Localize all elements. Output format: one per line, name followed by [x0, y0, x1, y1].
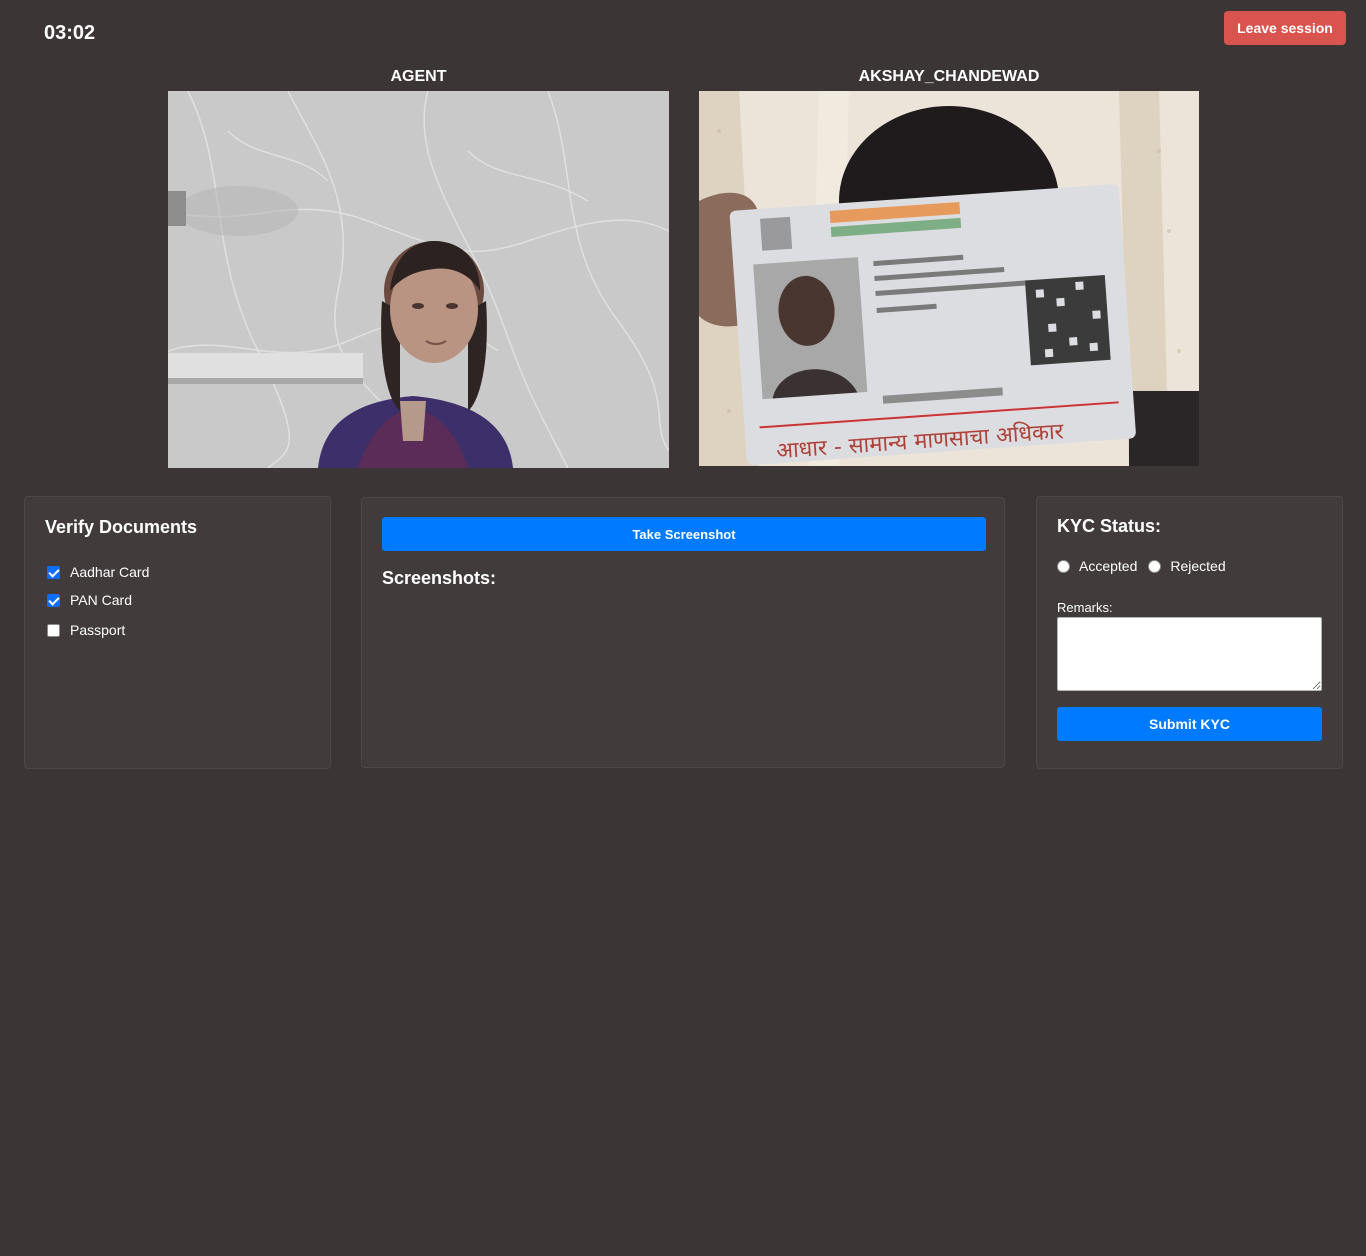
doc-label: PAN Card: [70, 592, 132, 608]
doc-checkbox-pan[interactable]: PAN Card: [47, 592, 132, 608]
checkbox-checked-icon[interactable]: [47, 593, 60, 607]
radio-rejected-label[interactable]: Rejected: [1170, 558, 1225, 574]
doc-checkbox-aadhar[interactable]: Aadhar Card: [47, 564, 149, 580]
leave-session-button[interactable]: Leave session: [1224, 11, 1346, 45]
checkbox-checked-icon[interactable]: [47, 565, 60, 579]
screenshots-panel: Take Screenshot Screenshots:: [361, 497, 1005, 768]
radio-accepted[interactable]: [1057, 559, 1070, 573]
remarks-textarea[interactable]: [1057, 617, 1322, 691]
take-screenshot-button[interactable]: Take Screenshot: [382, 517, 986, 551]
session-timer: 03:02: [44, 22, 96, 44]
submit-kyc-button[interactable]: Submit KYC: [1057, 707, 1322, 741]
agent-video-feed: [168, 91, 669, 468]
screenshots-title: Screenshots:: [382, 568, 497, 588]
verify-documents-title: Verify Documents: [45, 517, 198, 537]
doc-label: Aadhar Card: [70, 564, 150, 580]
user-video-feed: आधार - सामान्य माणसाचा अधिकार: [699, 91, 1199, 466]
kyc-status-panel: KYC Status: Accepted Rejected Remarks: S…: [1036, 496, 1343, 769]
kyc-status-options: Accepted Rejected: [1057, 558, 1237, 574]
verify-documents-panel: Verify Documents Aadhar Card PAN Card Pa…: [24, 496, 331, 769]
doc-checkbox-passport[interactable]: Passport: [47, 622, 125, 638]
radio-rejected[interactable]: [1148, 559, 1162, 573]
remarks-label: Remarks:: [1057, 600, 1113, 615]
doc-label: Passport: [70, 622, 126, 638]
agent-video-label: AGENT: [390, 68, 447, 85]
checkbox-unchecked-icon[interactable]: [47, 623, 60, 637]
kyc-status-title: KYC Status:: [1057, 516, 1162, 536]
radio-accepted-label[interactable]: Accepted: [1079, 558, 1137, 574]
user-video-label: AKSHAY_CHANDEWAD: [858, 68, 1040, 85]
